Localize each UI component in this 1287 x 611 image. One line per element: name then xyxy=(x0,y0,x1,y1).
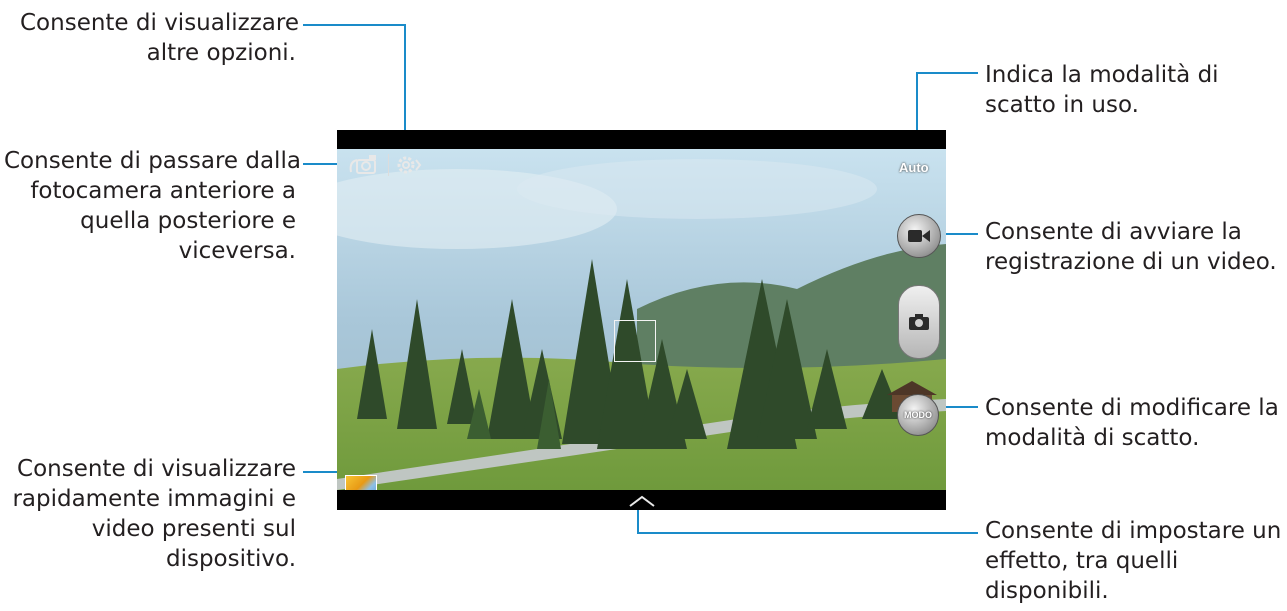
callout-line: Consente di avviare la xyxy=(985,219,1242,245)
callout-line: disponibili. xyxy=(985,578,1109,604)
mode-button-label: MODO xyxy=(904,410,932,420)
callout-line: altre opzioni. xyxy=(146,40,296,66)
callout-change-mode: Consente di modificare la modalità di sc… xyxy=(985,393,1279,453)
camera-viewfinder[interactable] xyxy=(337,149,946,490)
callout-line: scatto in uso. xyxy=(985,92,1139,118)
callout-line: Consente di visualizzare xyxy=(17,456,296,482)
effects-chevron[interactable] xyxy=(627,493,657,510)
video-camera-icon xyxy=(908,230,930,242)
callout-line: Consente di impostare un xyxy=(985,518,1282,544)
camera-icon xyxy=(909,314,929,330)
callout-line: effetto, tra quelli xyxy=(985,548,1179,574)
callout-line: registrazione di un video. xyxy=(985,249,1277,275)
callout-line: Consente di visualizzare xyxy=(20,10,299,36)
shooting-mode-label: Auto xyxy=(899,160,929,175)
callout-switch-camera: Consente di passare dalla fotocamera ant… xyxy=(4,146,301,266)
leader-more-options-h xyxy=(303,24,406,26)
callout-gallery: Consente di visualizzare rapidamente imm… xyxy=(4,454,296,574)
mode-button[interactable]: MODO xyxy=(897,394,939,436)
callout-line: Indica la modalità di xyxy=(985,62,1219,88)
leader-effects-h xyxy=(637,532,978,534)
callout-record-video: Consente di avviare la registrazione di … xyxy=(985,217,1277,277)
callout-line: modalità di scatto. xyxy=(985,425,1200,451)
callout-line: fotocamera anteriore a xyxy=(30,178,296,204)
focus-frame xyxy=(614,320,656,362)
callout-shooting-mode: Indica la modalità di scatto in uso. xyxy=(985,60,1219,120)
callout-more-options: Consente di visualizzare altre opzioni. xyxy=(20,8,299,68)
leader-shooting-mode-h xyxy=(916,72,978,74)
callout-line: video presenti sul xyxy=(91,516,296,542)
callout-effects: Consente di impostare un effetto, tra qu… xyxy=(985,516,1281,606)
callout-line: viceversa. xyxy=(178,238,296,264)
callout-line: quella posteriore e xyxy=(80,208,296,234)
shutter-button[interactable] xyxy=(898,285,940,359)
toolbar-divider xyxy=(388,154,389,176)
callout-line: dispositivo. xyxy=(165,546,296,572)
callout-line: rapidamente immagini e xyxy=(12,486,296,512)
gallery-thumbnail[interactable] xyxy=(345,475,377,490)
chevron-up-icon xyxy=(629,495,655,507)
switch-camera-icon[interactable] xyxy=(347,152,381,182)
settings-icon[interactable] xyxy=(394,152,424,182)
callout-line: Consente di passare dalla xyxy=(4,148,301,174)
record-video-button[interactable] xyxy=(897,214,941,258)
callout-line: Consente di modificare la xyxy=(985,395,1279,421)
camera-screen: Auto MODO xyxy=(337,130,946,510)
